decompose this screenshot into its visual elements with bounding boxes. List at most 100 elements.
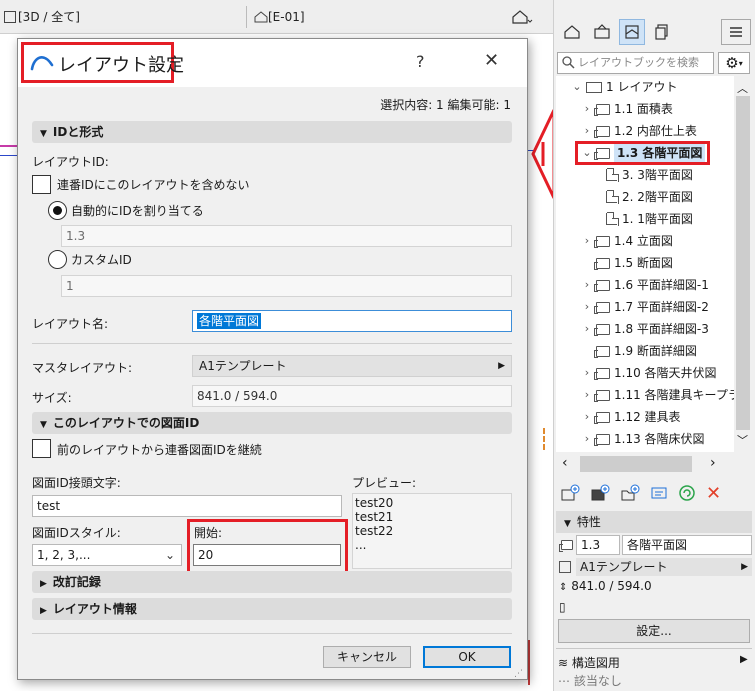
chevron-down-icon[interactable]: ⌄ (580, 142, 594, 164)
scroll-thumb[interactable] (736, 96, 750, 430)
footer-divider (32, 633, 512, 634)
delete-icon[interactable]: ✕ (706, 485, 721, 503)
scroll-left-icon[interactable]: ‹ (562, 455, 568, 471)
chevron-right-icon[interactable]: › (580, 384, 594, 406)
auto-id-value: 1.3 (61, 225, 512, 247)
ok-button[interactable]: OK (423, 646, 511, 668)
scroll-down-icon[interactable]: ﹀ (737, 432, 748, 448)
continue-id-checkbox[interactable] (32, 439, 51, 458)
master-layout-dropdown[interactable]: A1テンプレート ▶ (192, 355, 512, 377)
publisher-icon[interactable] (649, 19, 675, 45)
dialog-titlebar: レイアウト設定 ? ✕ (18, 39, 527, 87)
cancel-button[interactable]: キャンセル (323, 646, 411, 668)
scroll-right-icon[interactable]: › (710, 455, 716, 471)
help-button[interactable]: ? (416, 52, 425, 71)
custom-id-radio[interactable] (48, 250, 67, 269)
tree-drawing-item[interactable]: 1. 1階平面図 (604, 208, 693, 230)
layout-book-icon[interactable] (619, 19, 645, 45)
tree-layout-item[interactable]: › 1.12 建具表 (580, 406, 681, 428)
refresh-icon[interactable] (678, 484, 696, 505)
resize-grip-icon[interactable]: ⋰ (514, 669, 523, 679)
tree-layout-item[interactable]: › 1.11 各階建具キープラン (580, 384, 734, 406)
search-settings-button[interactable]: ⚙ ▾ (718, 52, 750, 74)
tree-drawing-item[interactable]: 3. 3階平面図 (604, 164, 693, 186)
new-layout-icon[interactable] (560, 484, 580, 505)
revision-icon: ▯ (559, 600, 566, 614)
properties-header[interactable]: ▼ 特性 (556, 511, 752, 533)
chevron-right-icon[interactable]: › (580, 120, 594, 142)
settings-button[interactable]: 設定... (558, 619, 750, 643)
props-name-field[interactable]: 各階平面図 (622, 535, 752, 555)
close-button[interactable]: ✕ (484, 50, 499, 71)
new-subset-icon[interactable] (620, 484, 640, 505)
chevron-right-icon[interactable]: › (580, 318, 594, 340)
new-master-icon[interactable] (590, 484, 610, 505)
section-layout-info[interactable]: ▶ レイアウト情報 (32, 598, 512, 620)
chevron-right-icon[interactable]: › (580, 230, 594, 252)
layout-name-field[interactable]: 各階平面図 (192, 310, 512, 332)
layout-search-input[interactable]: レイアウトブックを検索 (557, 52, 714, 74)
exclude-checkbox[interactable] (32, 175, 51, 194)
tree-layout-item[interactable]: › 1.13 各階床伏図 (580, 428, 705, 450)
tree-item-label: 1.9 断面詳細図 (614, 344, 697, 358)
chevron-right-icon[interactable]: › (580, 98, 594, 120)
hscroll-thumb[interactable] (580, 456, 692, 472)
tree-layout-item[interactable]: 1.9 断面詳細図 (580, 340, 697, 362)
drawing-icon (606, 190, 619, 204)
tree-horizontal-scrollbar[interactable]: ‹ › (556, 452, 734, 476)
start-field[interactable]: 20 (193, 544, 341, 566)
layout-icon (594, 389, 610, 402)
tree-drawing-item[interactable]: 2. 2階平面図 (604, 186, 693, 208)
style-dropdown[interactable]: 1, 2, 3,... ⌄ (32, 544, 182, 566)
tree-layout-item[interactable]: 1.5 断面図 (580, 252, 673, 274)
section-id-format[interactable]: ▼ IDと形式 (32, 121, 512, 143)
tree-actions: ✕ (560, 482, 750, 506)
tree-vertical-scrollbar[interactable]: ︿ ﹀ (734, 76, 752, 452)
chevron-right-icon[interactable]: › (580, 362, 594, 384)
chevron-right-icon[interactable]: › (580, 406, 594, 428)
tree-layout-item[interactable]: › 1.4 立面図 (580, 230, 673, 252)
home-view-icon[interactable] (512, 9, 534, 28)
continue-id-label: 前のレイアウトから連番図面IDを継続 (57, 443, 262, 457)
tree-item-label: 1.12 建具表 (614, 410, 681, 424)
chevron-right-icon[interactable]: › (580, 296, 594, 318)
exclude-checkbox-label: 連番IDにこのレイアウトを含めない (57, 178, 250, 192)
tab-3d-view[interactable]: [3D / 全て] (4, 7, 80, 27)
layout-icon (594, 257, 610, 270)
tree-layout-item[interactable]: › 1.1 面積表 (580, 98, 673, 120)
project-map-icon[interactable] (559, 19, 585, 45)
custom-id-label: カスタムID (71, 253, 132, 267)
chevron-down-icon: ▼ (40, 420, 47, 430)
view-map-icon[interactable] (589, 19, 615, 45)
props-master-dropdown[interactable]: A1テンプレート ▶ (576, 558, 752, 576)
layout-icon (594, 411, 610, 424)
tab-elevation-view[interactable]: [E-01] (254, 7, 305, 27)
panel-menu-icon[interactable] (721, 19, 751, 45)
preview-line: test22 (355, 524, 394, 538)
tree-layout-item[interactable]: › 1.8 平面詳細図-3 (580, 318, 709, 340)
section-revision[interactable]: ▶ 改訂記録 (32, 571, 512, 593)
tree-layout-item[interactable]: ⌄ 1.3 各階平面図 (574, 141, 711, 165)
layers-icon: ≋ (558, 656, 569, 670)
tree-item-label: 1.2 内部仕上表 (614, 124, 697, 138)
props-id-field[interactable]: 1.3 (576, 535, 620, 555)
layout-small-icon (559, 539, 577, 553)
prefix-field[interactable]: test (32, 495, 342, 517)
structure-row[interactable]: ≋ 構造図用 (558, 654, 620, 671)
properties-icon[interactable] (650, 485, 668, 504)
chevron-right-icon[interactable]: › (580, 428, 594, 450)
layout-icon (594, 279, 610, 292)
master-icon (559, 561, 571, 573)
tree-root-item[interactable]: ⌄ 1 レイアウト (570, 76, 677, 98)
tree-layout-item[interactable]: › 1.2 内部仕上表 (580, 120, 697, 142)
scroll-up-icon[interactable]: ︿ (737, 80, 748, 96)
start-label: 開始: (194, 526, 223, 540)
tree-layout-item[interactable]: › 1.6 平面詳細図-1 (580, 274, 709, 296)
section-drawing-id[interactable]: ▼ このレイアウトでの図面ID (32, 412, 512, 434)
elevation-icon (254, 9, 268, 23)
tree-layout-item[interactable]: › 1.7 平面詳細図-2 (580, 296, 709, 318)
chevron-right-icon[interactable]: › (580, 274, 594, 296)
custom-id-field[interactable]: 1 (61, 275, 512, 297)
tree-layout-item[interactable]: › 1.10 各階天井伏図 (580, 362, 717, 384)
auto-id-radio[interactable] (48, 201, 67, 220)
